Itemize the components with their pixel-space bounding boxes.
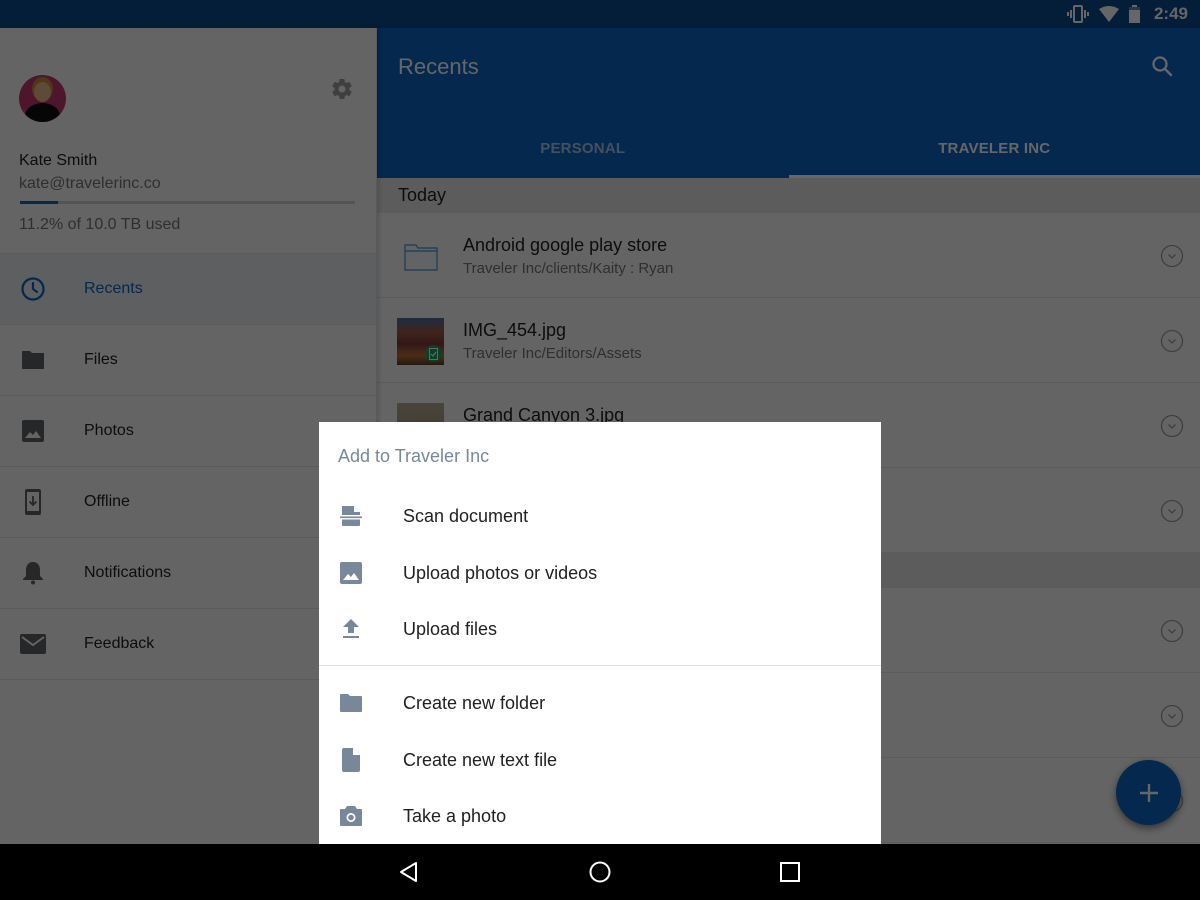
image-icon — [339, 561, 363, 585]
upload-files-button[interactable]: Upload files — [319, 601, 881, 657]
back-icon[interactable] — [396, 858, 424, 886]
sheet-title: Add to Traveler Inc — [338, 446, 490, 466]
sheet-item-label: Take a photo — [403, 805, 507, 826]
upload-photos-button[interactable]: Upload photos or videos — [319, 545, 881, 601]
sheet-item-label: Upload files — [403, 618, 498, 639]
create-text-file-button[interactable]: Create new text file — [319, 732, 881, 788]
folder-icon — [339, 691, 363, 715]
sheet-item-label: Scan document — [403, 505, 529, 526]
sheet-item-label: Upload photos or videos — [403, 562, 598, 583]
scan-document-icon — [339, 504, 363, 528]
take-photo-button[interactable]: Take a photo — [319, 788, 881, 844]
sheet-item-label: Create new folder — [403, 692, 546, 713]
home-icon[interactable] — [586, 858, 614, 886]
sheet-item-label: Create new text file — [403, 749, 558, 770]
create-folder-button[interactable]: Create new folder — [319, 675, 881, 731]
system-navigation-bar — [0, 844, 1200, 900]
scan-document-button[interactable]: Scan document — [319, 488, 881, 544]
recents-icon[interactable] — [776, 858, 804, 886]
add-bottom-sheet: Add to Traveler Inc Scan document Upload… — [319, 422, 881, 844]
file-icon — [339, 748, 363, 772]
camera-icon — [339, 804, 363, 828]
sheet-divider — [319, 665, 881, 666]
upload-icon — [339, 617, 363, 641]
